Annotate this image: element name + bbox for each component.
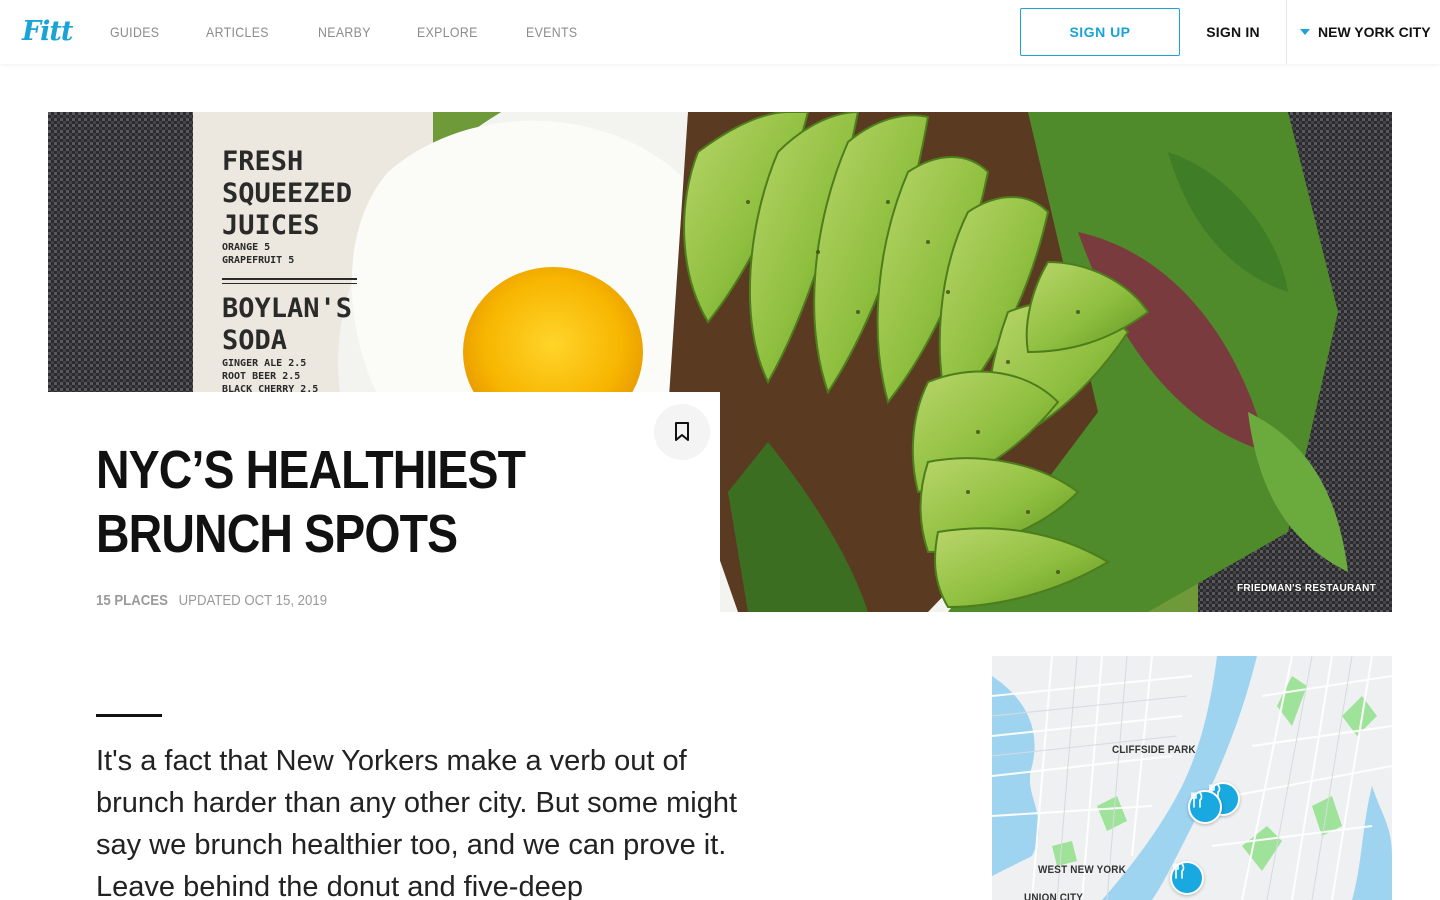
- menu-heading-fresh: FRESH: [222, 146, 303, 177]
- menu-item-ginger-ale: GINGER ALE 2.5: [222, 358, 306, 369]
- intro-paragraph: It's a fact that New Yorkers make a verb…: [96, 745, 738, 900]
- nav-events[interactable]: EVENTS: [526, 24, 577, 40]
- map-label-union-city: UNION CITY: [1024, 892, 1084, 900]
- header-divider: [1286, 0, 1287, 64]
- map-pin-restaurant[interactable]: [1188, 790, 1222, 824]
- guide-meta: 15 PLACES UPDATED OCT 15, 2019: [96, 592, 327, 609]
- nav-nearby[interactable]: NEARBY: [318, 24, 371, 40]
- caret-down-icon: [1300, 29, 1310, 35]
- section-rule: [96, 714, 162, 717]
- nav-articles[interactable]: ARTICLES: [206, 24, 269, 40]
- fork-knife-icon: [1173, 863, 1185, 879]
- bookmark-icon: [675, 422, 689, 441]
- menu-heading-squeezed: SQUEEZED: [222, 178, 352, 209]
- places-map[interactable]: CLIFFSIDE PARK WEST NEW YORK UNION CITY: [992, 656, 1392, 900]
- map-label-cliffside-park: CLIFFSIDE PARK: [1112, 744, 1196, 756]
- guide-title-card: NYC’S HEALTHIEST BRUNCH SPOTS 15 PLACES …: [48, 392, 720, 612]
- menu-item-grapefruit: GRAPEFRUIT 5: [222, 255, 294, 266]
- menu-heading-boylans: BOYLAN'S: [222, 293, 352, 324]
- menu-item-root-beer: ROOT BEER 2.5: [222, 371, 300, 382]
- bookmark-button[interactable]: [654, 404, 710, 460]
- top-navigation-bar: Fitt GUIDES ARTICLES NEARBY EXPLORE EVEN…: [0, 0, 1440, 64]
- map-label-west-new-york: WEST NEW YORK: [1038, 864, 1126, 876]
- fitt-logo[interactable]: Fitt: [22, 16, 73, 47]
- city-label: NEW YORK CITY: [1318, 24, 1431, 40]
- menu-heading-juices: JUICES: [222, 210, 320, 241]
- places-count: 15 PLACES: [96, 592, 168, 609]
- fork-knife-icon: [1191, 792, 1203, 808]
- map-pin-restaurant[interactable]: [1170, 861, 1204, 895]
- nav-guides[interactable]: GUIDES: [110, 24, 159, 40]
- city-selector[interactable]: NEW YORK CITY: [1300, 0, 1431, 64]
- menu-heading-soda: SODA: [222, 325, 287, 356]
- sign-in-link[interactable]: SIGN IN: [1196, 0, 1270, 64]
- main-nav: GUIDES ARTICLES NEARBY EXPLORE EVENTS: [110, 0, 625, 64]
- photo-credit: FRIEDMAN'S RESTAURANT: [1236, 583, 1376, 594]
- nav-explore[interactable]: EXPLORE: [417, 24, 478, 40]
- updated-date: UPDATED OCT 15, 2019: [178, 592, 328, 609]
- sign-up-button[interactable]: SIGN UP: [1020, 8, 1180, 56]
- menu-item-orange: ORANGE 5: [222, 242, 270, 253]
- guide-title: NYC’S HEALTHIEST BRUNCH SPOTS: [96, 440, 526, 564]
